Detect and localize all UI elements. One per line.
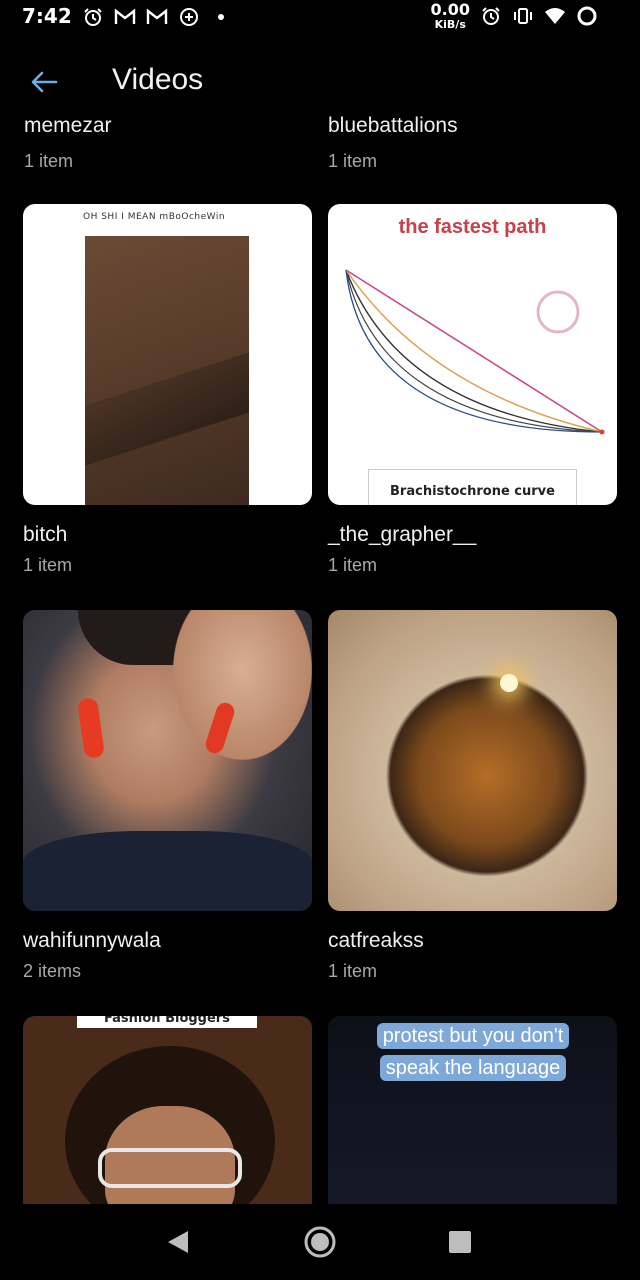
thumbnail-caption: Brachistochrone curve <box>368 469 577 505</box>
back-triangle-icon <box>168 1231 188 1253</box>
dot-icon <box>210 6 232 28</box>
arrow-left-icon <box>31 71 58 93</box>
gmail-icon <box>146 6 168 28</box>
folder-count: 1 item <box>23 555 73 575</box>
messenger-icon <box>178 6 200 28</box>
thumbnail-image <box>173 610 312 760</box>
folder-name[interactable]: wahifunnywala <box>23 929 312 953</box>
folder-count: 1 item <box>24 151 74 171</box>
nav-home-button[interactable] <box>302 1224 338 1260</box>
folder-name[interactable]: catfreakss <box>328 929 617 953</box>
network-speed-value: 0.00 <box>430 0 470 19</box>
folder-count: 1 item <box>328 151 378 171</box>
wifi-icon <box>544 5 566 27</box>
thumbnail-caption: protest but you don't speak the language <box>370 1020 576 1084</box>
folder-item[interactable]: the fastest path Brachistochrone curve _… <box>328 204 617 576</box>
folder-thumbnail[interactable] <box>23 610 312 911</box>
folder-item[interactable]: protest but you don't speak the language <box>328 1016 617 1204</box>
app-bar: Videos <box>0 52 640 112</box>
folder-thumbnail[interactable]: OH SHI I MEAN mBoOcheWin <box>23 204 312 505</box>
alarm-icon <box>480 5 502 27</box>
alarm-icon <box>82 6 104 28</box>
home-circle-icon <box>304 1226 336 1258</box>
status-bar: 7:42 0.00 KiB/s <box>0 0 640 36</box>
network-speed-unit: KiB/s <box>434 18 466 31</box>
thumbnail-image <box>500 674 518 692</box>
thumbnail-image <box>98 1148 242 1188</box>
recents-square-icon <box>449 1231 471 1253</box>
folder-grid[interactable]: memezar 1 item bluebattalions 1 item OH … <box>0 112 640 1204</box>
battery-icon <box>576 5 598 27</box>
folder-count: 1 item <box>328 555 378 575</box>
folder-thumbnail[interactable] <box>328 610 617 911</box>
folder-name[interactable]: bitch <box>23 523 312 547</box>
page-title: Videos <box>112 63 204 96</box>
folder-thumbnail[interactable]: Fashion Bloggers <box>23 1016 312 1204</box>
folder-name[interactable]: memezar <box>24 115 112 136</box>
thumbnail-image <box>76 696 106 760</box>
network-speed: 0.00 KiB/s <box>430 0 470 31</box>
status-time: 7:42 <box>22 4 72 28</box>
navigation-bar <box>0 1204 640 1280</box>
folder-item[interactable]: catfreakss 1 item <box>328 610 617 982</box>
folder-name[interactable]: _the_grapher__ <box>328 523 617 547</box>
back-button[interactable] <box>26 64 62 100</box>
nav-recents-button[interactable] <box>442 1224 478 1260</box>
nav-back-button[interactable] <box>160 1224 196 1260</box>
folder-name[interactable]: bluebattalions <box>328 115 458 136</box>
gmail-icon <box>114 6 136 28</box>
vibrate-icon <box>512 5 534 27</box>
folder-item[interactable]: OH SHI I MEAN mBoOcheWin bitch 1 item <box>23 204 312 576</box>
folder-item[interactable]: wahifunnywala 2 items <box>23 610 312 982</box>
thumbnail-caption: OH SHI I MEAN mBoOcheWin <box>83 212 226 222</box>
thumbnail-title: the fastest path <box>398 216 547 238</box>
thumbnail-caption: Fashion Bloggers <box>77 1016 257 1028</box>
folder-count: 2 items <box>23 961 82 981</box>
thumbnail-caption-text: protest but you don't speak the language <box>376 1023 570 1081</box>
brachistochrone-graph <box>345 269 605 435</box>
folder-item[interactable]: Fashion Bloggers <box>23 1016 312 1204</box>
folder-thumbnail[interactable]: the fastest path Brachistochrone curve <box>328 204 617 505</box>
system-icons: 0.00 KiB/s <box>431 2 598 30</box>
folder-thumbnail[interactable]: protest but you don't speak the language <box>328 1016 617 1204</box>
notification-icons <box>82 6 232 28</box>
thumbnail-image <box>23 831 312 911</box>
folder-count: 1 item <box>328 961 378 981</box>
